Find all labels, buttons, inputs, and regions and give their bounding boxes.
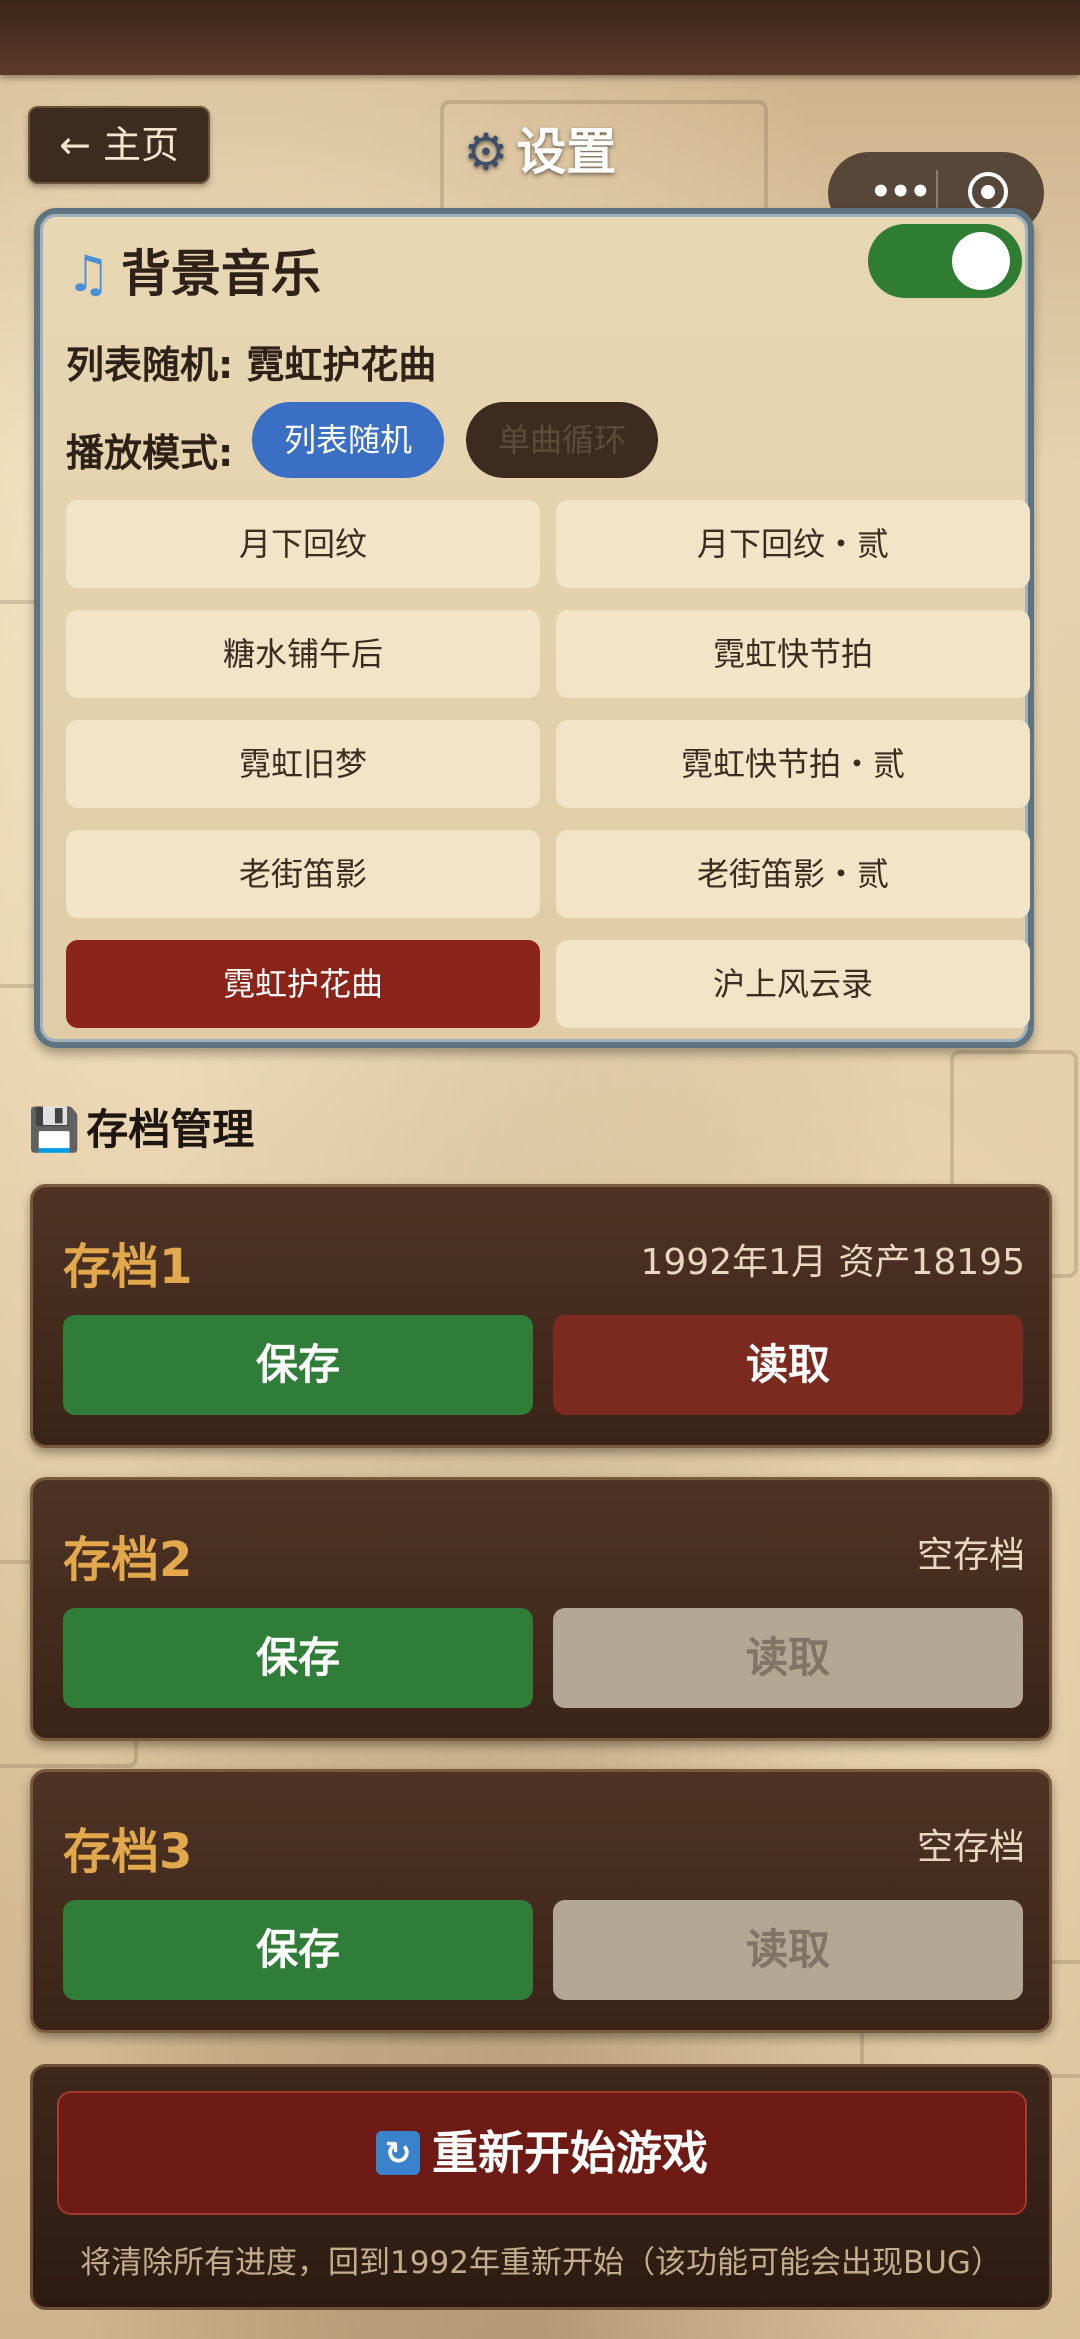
- music-title: ♫ 背景音乐: [66, 234, 321, 306]
- music-note-icon: ♫: [66, 245, 111, 303]
- track-item[interactable]: 老街笛影・贰: [556, 830, 1030, 918]
- restart-card: ↻ 重新开始游戏 将清除所有进度，回到1992年重新开始（该功能可能会出现BUG）: [30, 2064, 1052, 2310]
- track-item[interactable]: 月下回纹・贰: [556, 500, 1030, 588]
- music-settings-card: ♫ 背景音乐 列表随机: 霓虹护花曲 播放模式: 列表随机 单曲循环 月下回纹 月…: [34, 208, 1034, 1048]
- music-toggle[interactable]: [868, 224, 1022, 298]
- load-button-disabled[interactable]: 读取: [553, 1608, 1023, 1708]
- save-slot-1: 存档1 1992年1月 资产18195 保存 读取: [30, 1184, 1052, 1448]
- save-slot-3: 存档3 空存档 保存 读取: [30, 1769, 1052, 2033]
- track-item[interactable]: 霓虹快节拍: [556, 610, 1030, 698]
- toggle-knob: [952, 232, 1010, 290]
- slot-name: 存档3: [63, 1824, 193, 1880]
- music-title-text: 背景音乐: [120, 245, 321, 303]
- mode-shuffle-button[interactable]: 列表随机: [252, 402, 444, 478]
- save-management-title: 💾 存档管理: [28, 1096, 254, 1157]
- play-mode-label: 播放模式:: [66, 431, 234, 475]
- track-item[interactable]: 老街笛影: [66, 830, 540, 918]
- gear-icon: ⚙: [463, 123, 509, 181]
- mode-repeat-one-button[interactable]: 单曲循环: [466, 402, 658, 478]
- slot-name: 存档2: [63, 1532, 193, 1588]
- track-item[interactable]: 沪上风云录: [556, 940, 1030, 1028]
- track-item[interactable]: 糖水铺午后: [66, 610, 540, 698]
- restart-label: 重新开始游戏: [432, 2126, 708, 2180]
- track-item[interactable]: 月下回纹: [66, 500, 540, 588]
- track-item-active[interactable]: 霓虹护花曲: [66, 940, 540, 1028]
- save-slot-2: 存档2 空存档 保存 读取: [30, 1477, 1052, 1741]
- save-management-title-text: 存档管理: [86, 1105, 255, 1154]
- restart-warning-note: 将清除所有进度，回到1992年重新开始（该功能可能会出现BUG）: [80, 2245, 1002, 2281]
- track-list: 月下回纹 月下回纹・贰 糖水铺午后 霓虹快节拍 霓虹旧梦 霓虹快节拍・贰 老街笛…: [66, 500, 1030, 1028]
- floppy-disk-icon: 💾: [28, 1105, 81, 1154]
- load-button-disabled[interactable]: 读取: [553, 1900, 1023, 2000]
- save-button[interactable]: 保存: [63, 1608, 533, 1708]
- close-target-icon[interactable]: [968, 172, 1008, 212]
- more-icon[interactable]: •••: [870, 172, 931, 212]
- refresh-icon: ↻: [376, 2130, 420, 2175]
- slot-info: 空存档: [916, 1827, 1025, 1868]
- track-item[interactable]: 霓虹快节拍・贰: [556, 720, 1030, 808]
- track-item[interactable]: 霓虹旧梦: [66, 720, 540, 808]
- restart-game-button[interactable]: ↻ 重新开始游戏: [57, 2091, 1027, 2215]
- slot-name: 存档1: [63, 1239, 193, 1295]
- save-button[interactable]: 保存: [63, 1900, 533, 2000]
- save-button[interactable]: 保存: [63, 1315, 533, 1415]
- top-bar: [0, 0, 1080, 75]
- page-title-text: 设置: [516, 123, 617, 181]
- slot-info: 1992年1月 资产18195: [640, 1242, 1026, 1283]
- slot-info: 空存档: [916, 1535, 1025, 1576]
- current-track-label: 列表随机: 霓虹护花曲: [66, 343, 437, 387]
- load-button[interactable]: 读取: [553, 1315, 1023, 1415]
